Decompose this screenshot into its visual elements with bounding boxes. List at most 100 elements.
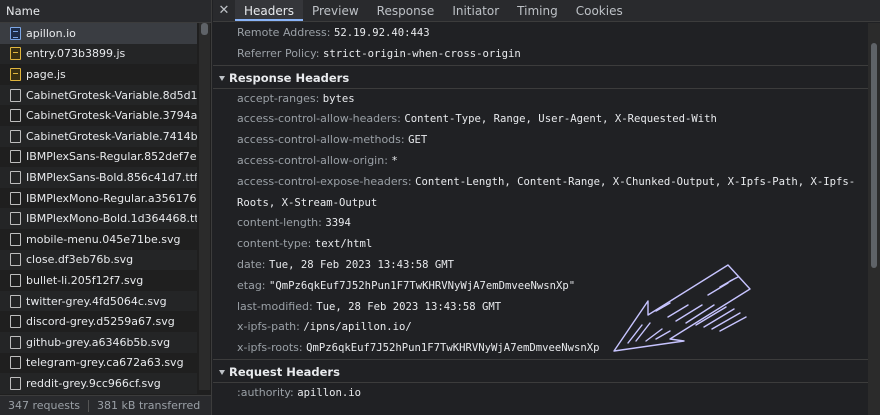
request-list-panel: Name apillon.io entry.073b3899.js page.js C… [0,0,212,415]
response-header-row: etag: "QmPz6qkEuf7J52hPun1F7TwKHRVNyWjA7… [213,276,868,297]
header-name: access-control-allow-headers: [237,112,401,126]
request-row[interactable]: CabinetGrotesk-Variable.7414b45 [0,125,197,147]
section-title: Response Headers [229,70,350,85]
tab-headers[interactable]: Headers [235,0,303,21]
request-count: 347 requests [8,399,81,412]
header-name: Remote Address: [237,26,331,39]
file-icon [10,88,21,102]
request-name: entry.073b3899.js [26,47,126,61]
header-value: text/html [314,238,373,251]
tab-preview[interactable]: Preview [303,0,368,21]
file-icon [10,191,21,205]
header-value: Content-Type, Range, User-Agent, X-Reque… [404,113,717,126]
request-name: bullet-li.205f12f7.svg [26,273,144,287]
header-name: accept-ranges: [237,91,320,105]
request-name: IBMPlexMono-Bold.1d364468.ttf [26,212,197,226]
request-row[interactable]: IBMPlexSans-Regular.852def7e.tt [0,147,197,168]
request-row[interactable]: IBMPlexMono-Regular.a3561766. [0,188,197,209]
transferred-size: 381 kB transferred [97,399,201,412]
file-icon [10,356,21,370]
header-value: 52.19.92.40:443 [333,27,430,39]
request-row[interactable]: IBMPlexSans-Bold.856c41d7.ttf [0,167,197,188]
request-row[interactable]: bullet-li.205f12f7.svg [0,270,197,291]
response-header-row: x-ipfs-path: /ipns/apillon.io/ [213,317,868,338]
expand-triangle-icon [219,75,225,81]
request-name: reddit-grey.9cc966cf.svg [26,376,161,390]
request-row[interactable]: apillon.io [0,23,197,44]
general-header-row: Referrer Policy: strict-origin-when-cros… [213,44,868,65]
request-headers-section-toggle[interactable]: Request Headers [213,358,868,383]
script-file-icon [10,67,21,81]
name-column-header[interactable]: Name [0,0,211,23]
headers-content: Remote Address: 52.19.92.40:443 Referrer … [213,23,868,415]
file-icon [10,129,21,143]
request-header-row: :authority: apillon.io [213,383,868,404]
network-status-bar: 347 requests 381 kB transferred [0,395,211,415]
header-name: content-length: [237,216,322,230]
request-name: CabinetGrotesk-Variable.3794a62 [26,109,197,123]
header-name: content-type: [237,237,312,251]
response-header-row: last-modified: Tue, 28 Feb 2023 13:43:58… [213,297,868,318]
response-header-row: x-ipfs-roots: QmPz6qkEuf7J52hPun1F7TwKHR… [213,338,868,359]
request-row[interactable]: entry.073b3899.js [0,43,197,65]
request-name: telegram-grey.ca672a63.svg [26,356,184,370]
request-list: apillon.io entry.073b3899.js page.js Cabine… [0,23,197,394]
request-name: twitter-grey.4fd5064c.svg [26,294,167,308]
request-row[interactable]: reddit-grey.9cc966cf.svg [0,373,197,394]
tab-initiator[interactable]: Initiator [443,0,508,21]
request-row[interactable]: IBMPlexMono-Bold.1d364468.ttf [0,208,197,229]
request-details-panel: ✕ Headers Preview Response Initiator Timing C… [213,0,880,415]
headers-scroll-thumb[interactable] [871,43,877,268]
request-row[interactable]: telegram-grey.ca672a63.svg [0,353,197,374]
header-name: Referrer Policy: [237,46,320,60]
header-value: * [391,154,398,167]
document-icon [10,26,21,40]
request-row[interactable]: mobile-menu.045e71be.svg [0,229,197,250]
request-row[interactable]: discord-grey.d5259a67.svg [0,311,197,332]
close-icon[interactable]: ✕ [213,0,235,21]
response-headers-section-toggle[interactable]: Response Headers [213,64,868,89]
request-row[interactable]: github-grey.a6346b5b.svg [0,331,197,353]
header-value: GET [408,134,428,147]
request-list-scrollbar[interactable] [199,23,210,390]
section-title: Request Headers [229,364,340,379]
request-row[interactable]: CabinetGrotesk-Variable.3794a62 [0,105,197,126]
details-tab-bar: ✕ Headers Preview Response Initiator Timing C… [213,0,880,22]
expand-triangle-icon [219,369,225,375]
request-name: page.js [26,67,66,81]
request-name: IBMPlexSans-Regular.852def7e.tt [26,150,197,164]
file-icon [10,212,21,226]
file-icon [10,232,21,246]
header-name: access-control-allow-methods: [237,133,405,147]
request-list-scroll-thumb[interactable] [201,23,208,35]
file-icon [10,273,21,287]
header-name: x-ipfs-path: [237,320,300,334]
tab-cookies[interactable]: Cookies [567,0,632,21]
file-icon [10,109,21,123]
request-name: close.df3eb76b.svg [26,253,134,267]
file-icon [10,335,21,349]
tab-timing[interactable]: Timing [508,0,567,21]
request-name: discord-grey.d5259a67.svg [26,315,175,329]
tab-response[interactable]: Response [368,0,444,21]
response-header-row: access-control-allow-origin: * [213,151,868,172]
response-header-row: access-control-expose-headers: Content-L… [213,172,868,214]
header-value: Tue, 28 Feb 2023 13:43:58 GMT [316,300,502,313]
headers-scrollbar[interactable] [868,23,880,415]
header-value: Tue, 28 Feb 2023 13:43:58 GMT [269,258,454,271]
request-row[interactable]: CabinetGrotesk-Variable.8d5d121 [0,84,197,106]
header-value: /ipns/apillon.io/ [303,321,412,334]
request-name: IBMPlexMono-Regular.a3561766. [26,191,197,205]
status-divider [88,400,90,412]
response-header-row: content-type: text/html [213,234,868,255]
response-header-row: date: Tue, 28 Feb 2023 13:43:58 GMT [213,255,868,276]
request-row[interactable]: close.df3eb76b.svg [0,249,197,271]
request-name: IBMPlexSans-Bold.856c41d7.ttf [26,170,197,184]
header-name: date: [237,257,266,271]
header-value: "QmPz6qkEuf7J52hPun1F7TwKHRVNyWjA7emDmve… [269,279,576,292]
request-row[interactable]: twitter-grey.4fd5064c.svg [0,290,197,312]
response-header-row: accept-ranges: bytes [213,89,868,110]
header-name: x-ipfs-roots: [237,341,303,355]
request-row[interactable]: page.js [0,64,197,85]
header-name: access-control-allow-origin: [237,153,388,167]
